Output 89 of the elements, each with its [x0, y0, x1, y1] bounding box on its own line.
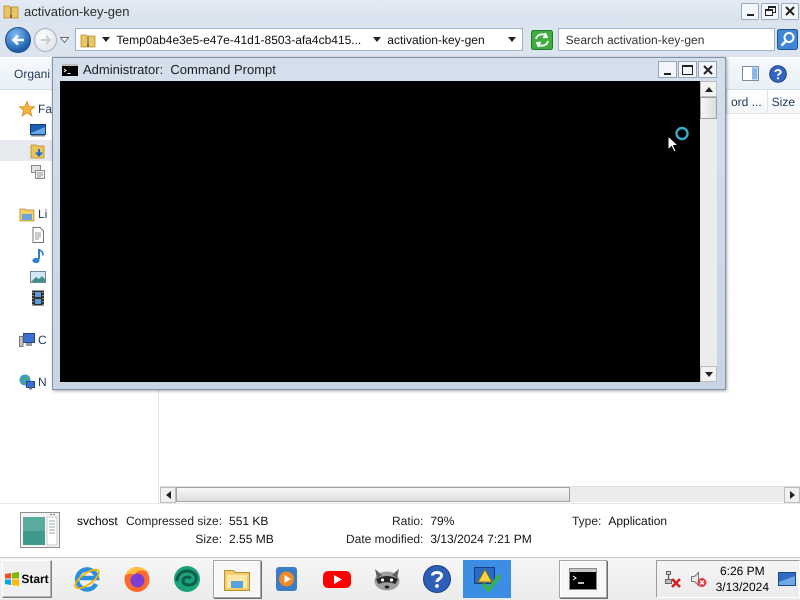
close-icon	[702, 64, 712, 74]
property-label: Size:	[195, 531, 222, 548]
arrow-right-icon	[40, 34, 52, 44]
scrollbar-thumb[interactable]	[700, 97, 717, 119]
taskbar-app-button[interactable]	[463, 560, 511, 598]
letter-e-globe-icon	[72, 564, 102, 594]
close-button[interactable]	[698, 61, 717, 78]
download-folder-icon	[30, 142, 46, 158]
windows-flag-icon	[5, 572, 20, 586]
window-title: activation-key-gen	[24, 4, 130, 18]
sidebar-item[interactable]: N	[0, 371, 52, 392]
close-button[interactable]	[781, 2, 799, 20]
refresh-icon[interactable]	[530, 30, 553, 50]
search-field[interactable]: Search activation-key-gen	[558, 28, 775, 51]
sidebar-item[interactable]: C	[0, 329, 52, 350]
close-icon	[785, 6, 795, 16]
property-value: 79%	[430, 513, 456, 530]
computer-icon	[19, 332, 35, 348]
arrow-left-icon	[166, 491, 170, 499]
zip-folder-icon	[3, 3, 19, 19]
arrow-down-icon	[704, 372, 712, 376]
maximize-button[interactable]	[678, 61, 697, 78]
chevron-icon[interactable]	[373, 37, 382, 42]
breadcrumb-item[interactable]: Temp0ab4e3e5-e47e-41d1-8503-afa4cb415...	[116, 32, 362, 46]
organize-button[interactable]: Organi	[14, 66, 50, 80]
arrow-up-icon	[704, 86, 712, 92]
film-icon	[30, 290, 46, 306]
scrollbar-thumb[interactable]	[176, 487, 570, 502]
scroll-up-button[interactable]	[700, 81, 717, 97]
zip-folder-icon	[80, 32, 96, 48]
property-label: Date modified:	[346, 531, 424, 548]
taskbar-app-button[interactable]	[559, 560, 607, 598]
property-value: 3/13/2024 7:21 PM	[430, 531, 532, 548]
show-desktop-icon[interactable]	[778, 572, 796, 586]
minimize-button[interactable]	[658, 61, 677, 78]
document-icon	[30, 226, 46, 242]
vertical-scrollbar[interactable]	[700, 81, 717, 382]
desktop-icon	[30, 122, 46, 138]
library-folder-icon	[19, 206, 35, 222]
property-label: Type:	[572, 513, 602, 530]
dropdown-icon[interactable]	[508, 37, 516, 42]
busy-cursor-icon	[667, 126, 690, 153]
restore-icon	[764, 6, 776, 16]
address-field[interactable]: Temp0ab4e3e5-e47e-41d1-8503-afa4cb415... activation-key-gen	[75, 28, 523, 51]
sidebar-item[interactable]: Fa	[0, 98, 52, 119]
terminal-icon	[62, 64, 78, 76]
window-title: Administrator: Command Prompt	[83, 62, 276, 77]
property-value: 551 KB	[229, 513, 270, 530]
file-name: svchost	[77, 513, 119, 530]
minimize-button[interactable]	[741, 2, 759, 20]
start-button[interactable]: Start	[2, 560, 52, 598]
help-icon	[422, 564, 452, 594]
help-icon[interactable]	[769, 64, 787, 82]
search-icon[interactable]	[777, 29, 798, 50]
scroll-right-button[interactable]	[784, 487, 800, 503]
arrow-left-icon	[10, 34, 25, 46]
property-label: Compressed size:	[126, 513, 222, 530]
speaker-muted-icon[interactable]	[690, 570, 707, 588]
swirl-icon	[172, 564, 202, 594]
music-note-icon	[30, 248, 46, 264]
scroll-down-button[interactable]	[700, 366, 717, 382]
restore-button[interactable]	[761, 2, 779, 20]
property-label: Ratio:	[392, 513, 424, 530]
star-icon	[19, 100, 35, 116]
column-header[interactable]: ord ...	[726, 90, 767, 114]
warning-monitor-check-icon	[472, 564, 502, 594]
preview-pane-icon[interactable]	[742, 66, 759, 81]
swoosh-globe-icon	[122, 564, 152, 594]
breadcrumb-item[interactable]: activation-key-gen	[387, 32, 485, 46]
sidebar-item[interactable]: Li	[0, 203, 52, 224]
scroll-left-button[interactable]	[160, 487, 176, 503]
column-header[interactable]: Size	[766, 90, 800, 114]
network-globe-icon	[19, 374, 35, 390]
caret-icon[interactable]	[60, 36, 70, 42]
clock-date: 3/13/2024	[716, 579, 769, 595]
application-window-icon	[20, 512, 60, 548]
picture-icon	[30, 268, 46, 284]
clock-time: 6:26 PM	[720, 563, 765, 579]
minimize-icon	[664, 72, 671, 74]
maximize-icon	[682, 64, 693, 74]
network-error-icon[interactable]	[664, 570, 681, 588]
arrow-right-icon	[790, 491, 794, 499]
stacked-windows-icon	[30, 164, 46, 180]
property-value: Application	[608, 513, 668, 530]
property-value: 2.55 MB	[229, 531, 274, 548]
horizontal-scrollbar[interactable]	[160, 486, 800, 502]
chevron-icon[interactable]	[102, 37, 110, 42]
back-button[interactable]	[5, 26, 31, 52]
minimize-icon	[746, 14, 754, 16]
